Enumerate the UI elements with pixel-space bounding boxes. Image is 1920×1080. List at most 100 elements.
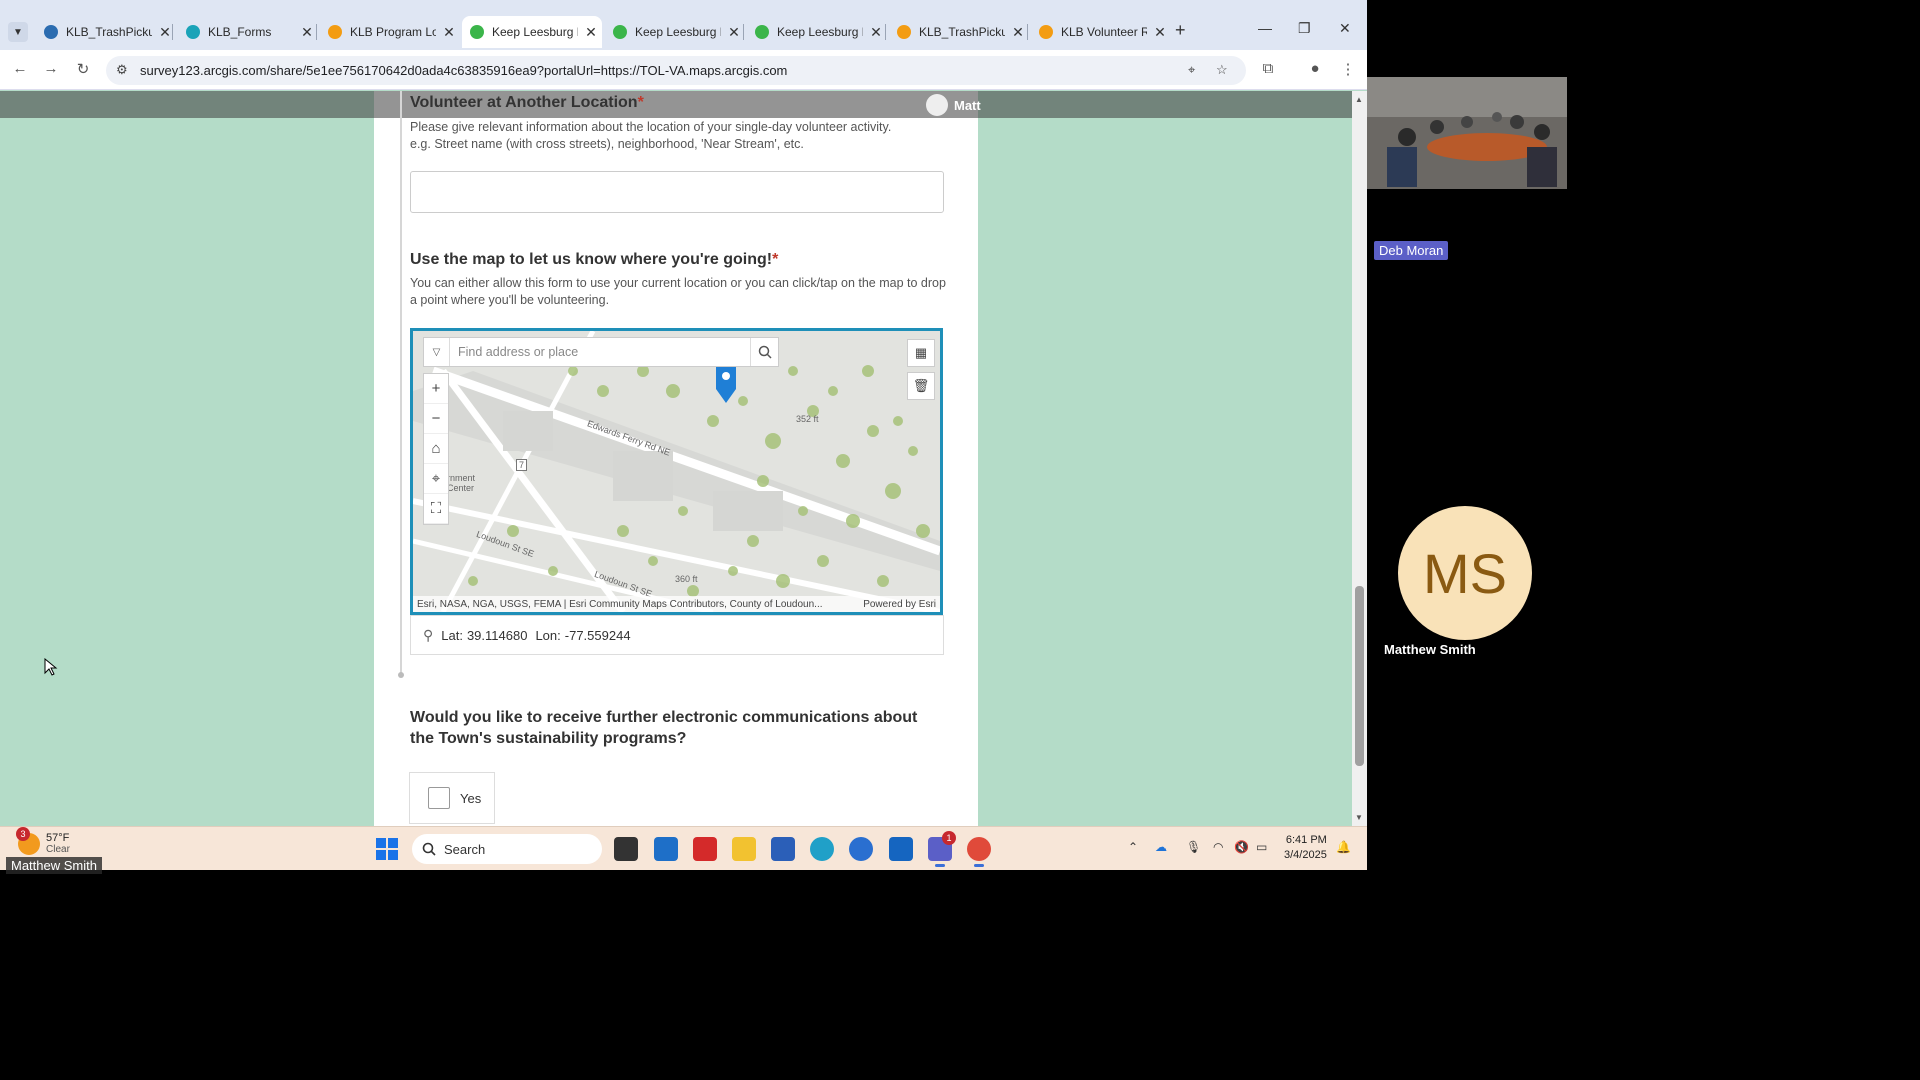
close-icon[interactable]: ✕ xyxy=(1153,24,1167,41)
close-icon[interactable]: ✕ xyxy=(158,24,172,41)
bookmark-star-icon[interactable]: ☆ xyxy=(1216,62,1228,78)
map-widget[interactable]: Edwards Ferry Rd NE Loudoun St SE Loudou… xyxy=(410,328,943,615)
chevron-up-icon[interactable]: ⌃ xyxy=(1128,840,1138,854)
outlook-icon[interactable] xyxy=(889,837,913,861)
forward-icon[interactable]: → xyxy=(41,60,61,77)
search-label: Search xyxy=(444,841,486,857)
menu-kebab-icon[interactable]: ⋮ xyxy=(1338,60,1358,78)
survey-header-bar xyxy=(0,91,1352,118)
battery-icon[interactable]: ▭ xyxy=(1256,840,1267,854)
profile-icon[interactable]: ● xyxy=(1305,60,1325,77)
tab-title: KLB_TrashPickup xyxy=(919,25,1005,39)
restore-icon[interactable]: ❐ xyxy=(1298,20,1311,37)
site-settings-icon[interactable]: ⚙ xyxy=(116,62,128,78)
store-icon[interactable] xyxy=(654,837,678,861)
question-title-text: Volunteer at Another Location xyxy=(410,94,638,111)
question-title-map: Use the map to let us know where you're … xyxy=(410,251,778,269)
locate-icon[interactable]: ⌖ xyxy=(424,464,448,494)
volume-muted-icon[interactable]: 🔇 xyxy=(1234,840,1249,854)
zoom-out-icon[interactable]: − xyxy=(424,404,448,434)
powered-by-text[interactable]: Powered by Esri xyxy=(863,599,936,610)
tab-klb-volunteer[interactable]: KLB Volunteer R ✕ xyxy=(1031,18,1167,46)
teams-icon[interactable]: 1 xyxy=(928,831,956,867)
back-icon[interactable]: ← xyxy=(10,60,30,77)
tab-title: KLB Volunteer R xyxy=(1061,25,1147,39)
tab-separator xyxy=(1027,24,1028,40)
taskbar-search[interactable]: Search xyxy=(412,834,602,864)
tab-separator xyxy=(743,24,744,40)
tab-klb-trashpickup-2[interactable]: KLB_TrashPickup ✕ xyxy=(889,18,1025,46)
notification-badge: 3 xyxy=(16,826,30,841)
close-icon[interactable]: ✕ xyxy=(869,24,883,41)
close-icon[interactable]: ✕ xyxy=(727,24,741,41)
tab-title: Keep Leesburg E xyxy=(777,25,863,39)
weather-widget[interactable]: 3 57°F Clear xyxy=(16,826,70,855)
account-chip[interactable]: Matt xyxy=(926,94,981,116)
lat-value: 39.114680 xyxy=(466,627,528,643)
location-icon[interactable]: ⌖ xyxy=(1188,62,1195,78)
yes-checkbox-option[interactable]: Yes xyxy=(409,772,495,824)
fullscreen-icon[interactable]: ⛶ xyxy=(424,494,448,524)
scroll-thumb[interactable] xyxy=(1355,586,1364,766)
extensions-icon[interactable]: ⧉ xyxy=(1258,60,1278,77)
task-view-icon[interactable] xyxy=(614,837,638,861)
address-bar[interactable]: ⚙ survey123.arcgis.com/share/5e1ee756170… xyxy=(106,56,1246,85)
tab-keep-leesburg-3[interactable]: Keep Leesburg E ✕ xyxy=(747,18,883,46)
word-icon[interactable] xyxy=(771,837,795,861)
zoom-in-icon[interactable]: + xyxy=(424,374,448,404)
notification-bell-icon[interactable]: 🔔 xyxy=(1336,840,1351,854)
edge-icon[interactable] xyxy=(810,837,834,861)
arcgis-globe-icon xyxy=(44,25,58,39)
window-close-icon[interactable]: ✕ xyxy=(1339,20,1351,37)
chrome-icon[interactable] xyxy=(967,837,991,867)
trash-icon[interactable]: 🗑 xyxy=(907,372,935,400)
tab-klb-forms[interactable]: KLB_Forms ✕ xyxy=(178,18,314,46)
onedrive-icon[interactable]: ☁ xyxy=(1155,840,1167,854)
home-icon[interactable]: ⌂ xyxy=(424,434,448,464)
presenter-name-tag: Matthew Smith xyxy=(6,857,102,874)
weather-sun-icon: 3 xyxy=(16,826,40,855)
acrobat-icon[interactable] xyxy=(693,837,717,861)
close-icon[interactable]: ✕ xyxy=(584,24,598,41)
minimize-icon[interactable]: — xyxy=(1258,20,1272,36)
qr-code-icon[interactable]: ▦ xyxy=(907,339,935,367)
tab-title: Keep Leesburg E xyxy=(492,25,578,39)
search-icon[interactable] xyxy=(750,338,778,366)
tab-search-button[interactable]: ▼ xyxy=(8,22,28,42)
participant-name-tag: Deb Moran xyxy=(1374,241,1449,260)
lon-label: Lon: xyxy=(535,627,561,643)
weather-condition: Clear xyxy=(46,844,70,855)
avatar xyxy=(926,94,948,116)
mic-muted-icon[interactable]: 🎙 xyxy=(1186,840,1201,854)
wifi-icon[interactable]: ◠ xyxy=(1213,840,1223,854)
checkbox[interactable] xyxy=(428,787,450,809)
company-portal-icon[interactable] xyxy=(849,837,873,861)
desc-line: Please give relevant information about t… xyxy=(410,120,892,134)
tab-keep-leesburg-active[interactable]: Keep Leesburg E ✕ xyxy=(462,16,602,48)
map-search-input[interactable]: Find address or place xyxy=(450,345,750,359)
reload-icon[interactable]: ↻ xyxy=(73,60,93,78)
file-explorer-icon[interactable] xyxy=(732,837,756,861)
scroll-down-icon[interactable]: ▼ xyxy=(1355,813,1363,822)
windows-start-icon[interactable] xyxy=(376,838,398,860)
new-tab-button[interactable]: + xyxy=(1175,20,1186,41)
tab-keep-leesburg-2[interactable]: Keep Leesburg E ✕ xyxy=(605,18,741,46)
scroll-up-icon[interactable]: ▲ xyxy=(1355,95,1363,104)
survey123-green-icon xyxy=(613,25,627,39)
tab-klb-trashpickup[interactable]: KLB_TrashPickup ✕ xyxy=(36,18,172,46)
close-icon[interactable]: ✕ xyxy=(300,24,314,41)
browser-toolbar: ← → ↻ ⚙ survey123.arcgis.com/share/5e1ee… xyxy=(0,50,1367,90)
close-icon[interactable]: ✕ xyxy=(442,24,456,41)
participant-avatar[interactable]: MS xyxy=(1398,506,1532,640)
system-clock[interactable]: 6:41 PM 3/4/2025 xyxy=(1284,833,1327,863)
search-source-dropdown[interactable]: ▽ xyxy=(424,338,450,366)
elevation-label: 352 ft xyxy=(796,414,819,424)
tab-klb-program[interactable]: KLB Program Lo ✕ xyxy=(320,18,456,46)
shared-screen: ▼ KLB_TrashPickup ✕ KLB_Forms ✕ KLB Prog… xyxy=(0,0,1367,870)
clock-time: 6:41 PM xyxy=(1285,834,1327,846)
page-scrollbar[interactable]: ▲ ▼ xyxy=(1352,91,1367,826)
conference-room-video[interactable] xyxy=(1367,77,1567,189)
windows-taskbar: 3 57°F Clear Search 1 ⌃ ☁ 🎙 ◠ 🔇 ▭ 6:41 P… xyxy=(0,826,1367,870)
location-text-input[interactable] xyxy=(410,171,944,213)
close-icon[interactable]: ✕ xyxy=(1011,24,1025,41)
